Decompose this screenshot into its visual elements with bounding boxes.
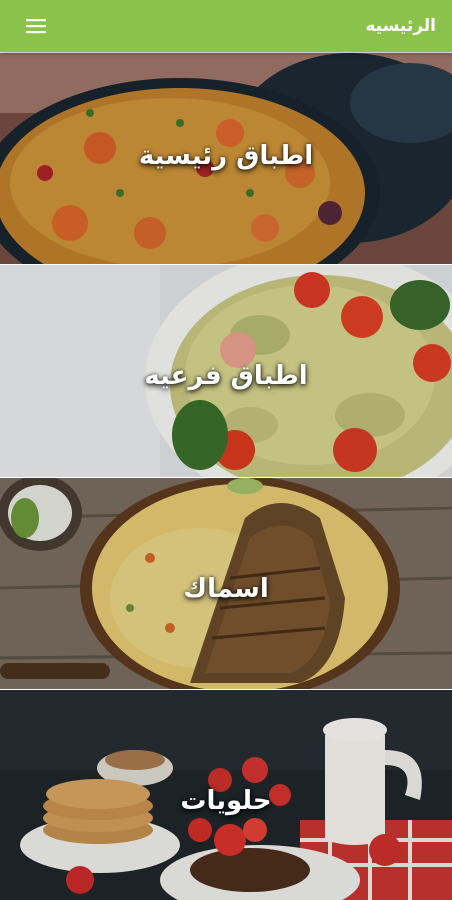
app-bar: الرئيسيه [0,0,452,52]
hamburger-menu-icon[interactable] [22,12,50,40]
category-tile-desserts[interactable]: حلويات [0,690,452,900]
category-label: اسماك [183,574,269,604]
category-label: اطباق رئيسية [138,141,314,171]
category-tile-main-dishes[interactable]: اطباق رئيسية [0,53,452,264]
category-tile-fish[interactable]: اسماك [0,478,452,689]
page-title: الرئيسيه [365,16,436,36]
category-label: حلويات [180,786,272,816]
category-label: اطباق فرعيه [144,361,308,391]
category-tile-side-dishes[interactable]: اطباق فرعيه [0,265,452,477]
